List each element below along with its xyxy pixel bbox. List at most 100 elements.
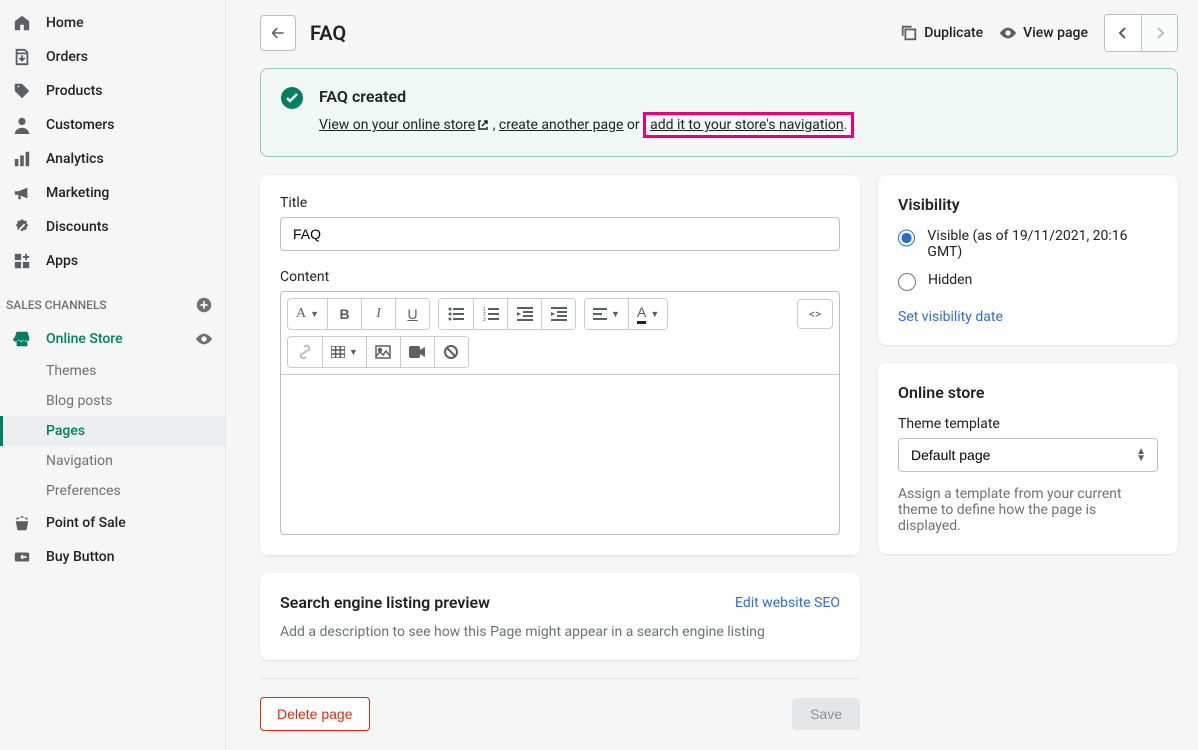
rte-underline[interactable]: U	[395, 299, 429, 329]
nav-analytics[interactable]: Analytics	[0, 142, 225, 176]
nav-label: Navigation	[46, 453, 113, 469]
visibility-hidden-radio[interactable]	[898, 273, 916, 291]
content-card: Title Content A▼ B I U	[260, 175, 860, 555]
create-another-link[interactable]: create another page	[499, 117, 623, 133]
banner-title: FAQ created	[319, 87, 854, 106]
edit-seo-link[interactable]: Edit website SEO	[735, 595, 840, 611]
title-input[interactable]	[280, 217, 840, 251]
title-label: Title	[280, 195, 840, 211]
nav-label: Blog posts	[46, 393, 112, 409]
visibility-hidden-option[interactable]: Hidden	[898, 272, 1158, 291]
add-nav-highlight: add it to your store's navigation.	[643, 112, 854, 138]
visibility-card: Visibility Visible (as of 19/11/2021, 20…	[878, 175, 1178, 345]
pager	[1104, 14, 1178, 52]
rte-clear[interactable]	[434, 337, 468, 367]
seo-card: Search engine listing preview Edit websi…	[260, 573, 860, 660]
rte-image[interactable]	[366, 337, 400, 367]
nav-point-of-sale[interactable]: Point of Sale	[0, 506, 225, 540]
nav-buy-button[interactable]: Buy Button	[0, 540, 225, 574]
duplicate-icon	[900, 24, 918, 42]
nav-label: Themes	[46, 363, 96, 379]
nav-blog-posts[interactable]: Blog posts	[0, 386, 225, 416]
buy-button-icon	[12, 547, 32, 567]
rte-align[interactable]: ▼	[585, 299, 628, 329]
nav-online-store[interactable]: Online Store	[0, 322, 225, 356]
nav-label: Analytics	[46, 151, 104, 167]
nav-preferences[interactable]: Preferences	[0, 476, 225, 506]
rte-bold[interactable]: B	[327, 299, 361, 329]
duplicate-button[interactable]: Duplicate	[900, 24, 983, 42]
visibility-visible-option[interactable]: Visible (as of 19/11/2021, 20:16 GMT)	[898, 228, 1158, 260]
caret-down-icon: ▼	[611, 309, 620, 319]
nav-navigation[interactable]: Navigation	[0, 446, 225, 476]
visibility-title: Visibility	[898, 195, 1158, 214]
caret-down-icon: ▼	[349, 347, 358, 357]
rte-bullet-list[interactable]	[439, 299, 473, 329]
nav-products[interactable]: Products	[0, 74, 225, 108]
pager-next[interactable]	[1141, 15, 1177, 51]
rte-video[interactable]	[400, 337, 434, 367]
rte-color[interactable]: A▼	[628, 299, 667, 329]
nav-label: Discounts	[46, 219, 109, 235]
online-store-card: Online store Theme template Default page…	[878, 363, 1178, 554]
visibility-visible-label: Visible (as of 19/11/2021, 20:16 GMT)	[927, 228, 1158, 260]
add-nav-link[interactable]: add it to your store's navigation	[650, 117, 843, 133]
rte-link[interactable]	[288, 337, 322, 367]
rte-outdent[interactable]	[507, 299, 541, 329]
nav-pages[interactable]: Pages	[0, 416, 225, 446]
set-visibility-date-link[interactable]: Set visibility date	[898, 309, 1003, 325]
tag-icon	[12, 81, 32, 101]
delete-page-button[interactable]: Delete page	[260, 697, 370, 731]
apps-icon	[12, 251, 32, 271]
nav-themes[interactable]: Themes	[0, 356, 225, 386]
content-label: Content	[280, 269, 840, 285]
view-online-link[interactable]: View on your online store	[319, 117, 489, 133]
check-icon	[281, 87, 303, 109]
nav-apps[interactable]: Apps	[0, 244, 225, 278]
sales-channels-label: SALES CHANNELS	[6, 298, 107, 312]
pager-prev[interactable]	[1105, 15, 1141, 51]
rte-indent[interactable]	[541, 299, 575, 329]
nav-label: Point of Sale	[46, 515, 126, 531]
rte-body[interactable]	[281, 374, 839, 534]
template-help: Assign a template from your current them…	[898, 486, 1158, 534]
rich-text-editor: A▼ B I U 123	[280, 291, 840, 535]
success-banner: FAQ created View on your online store , …	[260, 68, 1178, 157]
rte-italic[interactable]: I	[361, 299, 395, 329]
nav-home[interactable]: Home	[0, 6, 225, 40]
caret-down-icon: ▼	[310, 309, 319, 319]
nav-label: Customers	[46, 117, 114, 133]
nav-customers[interactable]: Customers	[0, 108, 225, 142]
rte-html-toggle[interactable]: <>	[797, 299, 833, 329]
nav-label: Pages	[46, 423, 85, 439]
back-button[interactable]	[260, 15, 296, 51]
add-channel-icon[interactable]	[195, 296, 213, 314]
header-actions: Duplicate View page	[900, 14, 1178, 52]
visibility-visible-radio[interactable]	[898, 229, 915, 247]
duplicate-label: Duplicate	[924, 25, 983, 41]
sales-channels-heading: SALES CHANNELS	[0, 278, 225, 322]
sidebar: Home Orders Products Customers Analytics…	[0, 0, 226, 750]
online-store-title: Online store	[898, 383, 1158, 402]
view-page-button[interactable]: View page	[999, 24, 1088, 42]
nav-label: Orders	[46, 49, 88, 65]
orders-icon	[12, 47, 32, 67]
megaphone-icon	[12, 183, 32, 203]
external-icon	[477, 119, 489, 131]
save-button[interactable]: Save	[792, 698, 860, 730]
store-icon	[12, 329, 32, 349]
view-store-icon[interactable]	[195, 330, 213, 348]
nav-label: Preferences	[46, 483, 121, 499]
nav-marketing[interactable]: Marketing	[0, 176, 225, 210]
visibility-hidden-label: Hidden	[928, 272, 972, 288]
template-label: Theme template	[898, 416, 1158, 432]
template-select[interactable]: Default page	[898, 438, 1158, 472]
nav-label: Marketing	[46, 185, 109, 201]
rte-format[interactable]: A▼	[288, 299, 327, 329]
rte-table[interactable]: ▼	[322, 337, 366, 367]
rte-numbered-list[interactable]: 123	[473, 299, 507, 329]
nav-discounts[interactable]: Discounts	[0, 210, 225, 244]
seo-title: Search engine listing preview	[280, 593, 490, 612]
nav-orders[interactable]: Orders	[0, 40, 225, 74]
nav-label: Online Store	[46, 331, 123, 347]
